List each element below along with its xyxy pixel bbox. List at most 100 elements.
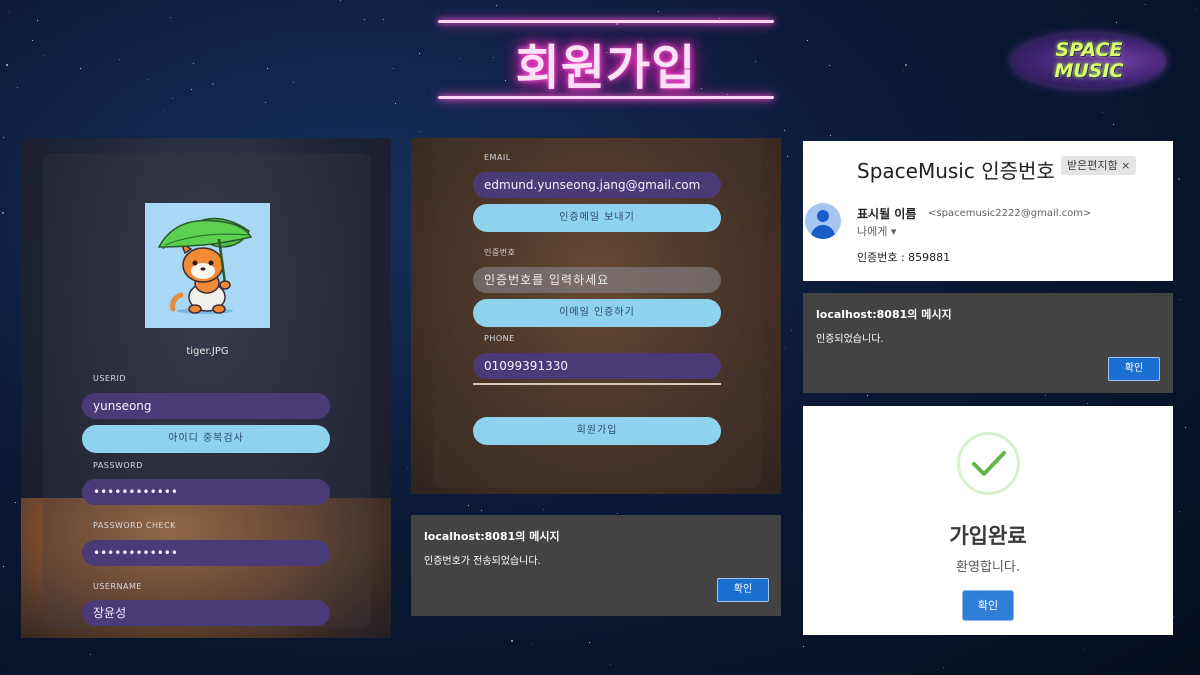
star-dot — [1185, 427, 1186, 428]
userid-input[interactable]: yunseong — [82, 393, 330, 419]
star-dot — [903, 70, 904, 71]
star-dot — [496, 5, 497, 6]
star-dot — [32, 40, 33, 41]
alert-confirm-button[interactable]: 확인 — [1108, 357, 1160, 381]
username-input[interactable]: 장윤성 — [82, 600, 330, 626]
star-dot — [419, 131, 420, 132]
userid-label: USERID — [93, 374, 127, 383]
star-dot — [787, 156, 788, 157]
success-confirm-button[interactable]: 확인 — [962, 590, 1014, 621]
star-dot — [1113, 124, 1114, 125]
star-dot — [543, 509, 544, 510]
phone-underline — [473, 383, 721, 385]
password-check-label: PASSWORD CHECK — [93, 521, 176, 530]
star-dot — [265, 102, 266, 103]
password-input[interactable]: •••••••••••• — [82, 479, 330, 505]
star-dot — [191, 89, 192, 90]
email-subject: SpaceMusic 인증번호 — [857, 159, 1055, 183]
star-dot — [1083, 649, 1084, 650]
password-label: PASSWORD — [93, 461, 143, 470]
star-dot — [383, 19, 384, 20]
star-dot — [481, 510, 482, 511]
password-check-input[interactable]: •••••••••••• — [82, 540, 330, 566]
star-dot — [419, 53, 420, 54]
star-dot — [9, 12, 10, 13]
star-dot — [610, 664, 611, 665]
star-dot — [170, 17, 171, 18]
star-dot — [616, 23, 618, 25]
code-label: 인증번호 — [484, 248, 516, 257]
verify-email-button[interactable]: 이메일 인증하기 — [473, 299, 721, 327]
profile-image-filename: tiger.JPG — [186, 346, 229, 357]
send-verification-email-button[interactable]: 인증메일 보내기 — [473, 204, 721, 232]
email-body: 인증번호 : 859881 — [857, 251, 951, 264]
sender-address: <spacemusic2222@gmail.com> — [928, 208, 1092, 219]
title-bottom-line — [438, 96, 774, 99]
signup-button[interactable]: 회원가입 — [473, 417, 721, 445]
star-dot — [193, 63, 194, 64]
email-label: EMAIL — [484, 153, 511, 162]
star-dot — [393, 68, 394, 69]
alert-verified-dialog: localhost:8081의 메시지 인증되었습니다. 확인 — [803, 293, 1173, 393]
alert-title: localhost:8081의 메시지 — [816, 308, 952, 321]
star-dot — [830, 135, 831, 136]
star-dot — [1178, 178, 1180, 180]
verification-email-card: SpaceMusic 인증번호 받은편지함 × 표시될 이름 <spacemus… — [803, 141, 1173, 281]
star-dot — [791, 330, 792, 331]
logo-line-1: SPACE — [1055, 39, 1123, 61]
dup-check-button[interactable]: 아이디 중복검사 — [82, 425, 330, 453]
star-dot — [44, 55, 45, 56]
star-dot — [148, 79, 149, 80]
star-dot — [364, 19, 365, 20]
star-dot — [468, 505, 469, 506]
star-dot — [2, 212, 4, 214]
star-dot — [267, 68, 268, 69]
star-dot — [658, 11, 659, 12]
star-dot — [1087, 403, 1088, 404]
star-dot — [172, 98, 173, 99]
star-dot — [80, 68, 81, 69]
star-dot — [807, 40, 808, 41]
phone-label: PHONE — [484, 334, 515, 343]
star-dot — [784, 130, 785, 131]
star-dot — [340, 0, 341, 1]
star-dot — [37, 20, 38, 21]
success-title: 가입완료 — [949, 524, 1027, 548]
star-dot — [1116, 22, 1117, 23]
star-dot — [6, 64, 8, 66]
sender-name: 표시될 이름 — [857, 207, 917, 221]
star-dot — [119, 59, 120, 60]
logo-line-2: MUSIC — [1054, 60, 1124, 82]
star-dot — [719, 18, 720, 19]
success-check-icon — [957, 432, 1020, 495]
page-title: 회원가입 — [515, 40, 697, 96]
alert-sent-dialog: localhost:8081의 메시지 인증번호가 전송되었습니다. 확인 — [411, 515, 781, 616]
star-dot — [829, 65, 830, 66]
signup-success-card: 가입완료 환영합니다. 확인 — [803, 406, 1173, 635]
profile-image[interactable] — [145, 203, 270, 328]
star-dot — [1180, 299, 1181, 300]
star-dot — [163, 110, 164, 111]
star-dot — [943, 667, 944, 668]
phone-input[interactable]: 01099391330 — [473, 353, 721, 379]
inbox-label-tag[interactable]: 받은편지함 × — [1061, 156, 1137, 175]
email-input[interactable]: edmund.yunseong.jang@gmail.com — [473, 172, 721, 198]
star-dot — [785, 348, 786, 349]
success-message: 환영합니다. — [956, 560, 1020, 575]
sender-avatar-icon — [805, 203, 841, 239]
title-top-line — [438, 20, 774, 23]
star-dot — [1196, 9, 1197, 10]
star-dot — [867, 395, 868, 396]
recipient-dropdown[interactable]: 나에게 ▾ — [857, 223, 896, 239]
star-dot — [90, 654, 91, 655]
star-dot — [511, 640, 513, 642]
verification-code-input[interactable]: 인증번호를 입력하세요 — [473, 267, 721, 293]
star-dot — [589, 642, 590, 643]
alert-title: localhost:8081의 메시지 — [424, 530, 560, 543]
star-dot — [3, 566, 4, 567]
star-dot — [407, 468, 408, 469]
space-music-logo: SPACE MUSIC — [1012, 34, 1166, 88]
star-dot — [803, 646, 804, 647]
star-dot — [293, 82, 294, 83]
alert-confirm-button[interactable]: 확인 — [717, 578, 769, 602]
